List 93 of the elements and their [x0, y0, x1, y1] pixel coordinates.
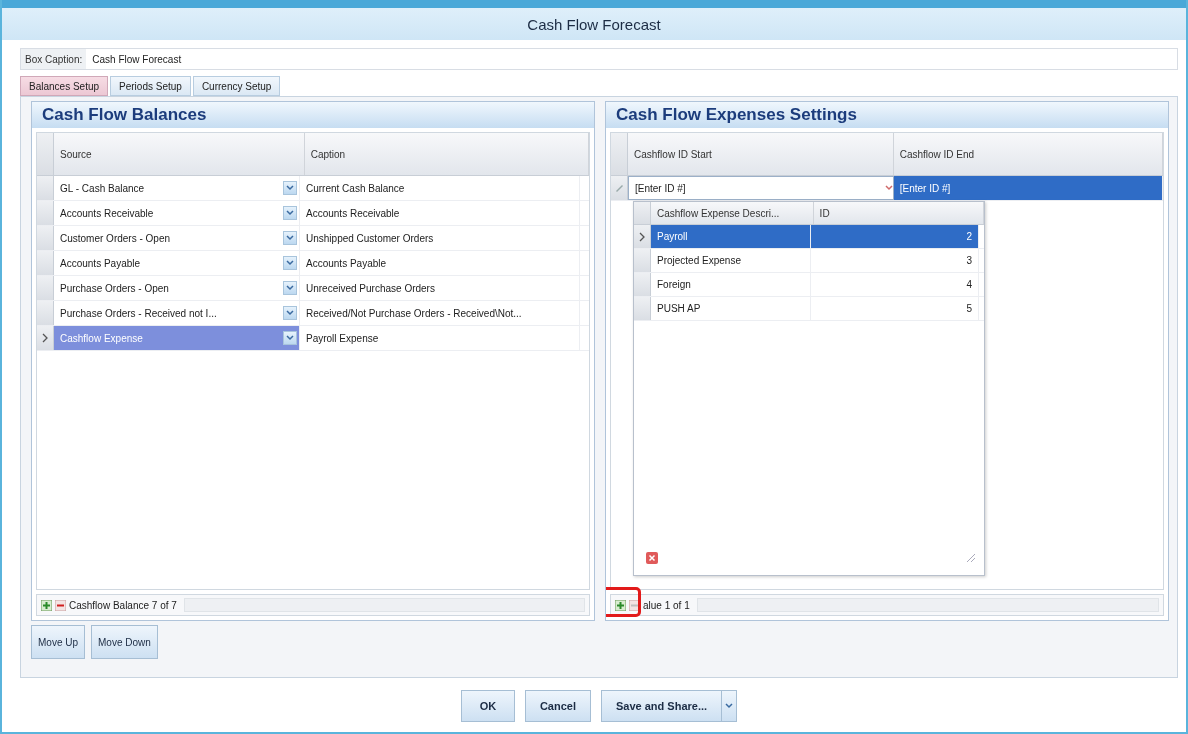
source-cell[interactable]: Purchase Orders - Received not I... — [54, 301, 300, 325]
dropdown-button[interactable] — [283, 256, 297, 270]
list-item[interactable]: Foreign — [651, 273, 811, 296]
caret-icon — [286, 260, 294, 266]
tab[interactable]: Currency Setup — [192, 76, 281, 96]
save-share-button[interactable]: Save and Share... — [601, 690, 723, 722]
source-text: Customer Orders - Open — [60, 232, 171, 244]
panel-title: Cash Flow Balances — [32, 102, 594, 128]
source-text: Cashflow Expense — [60, 332, 143, 344]
row-header[interactable] — [37, 176, 54, 200]
table-cell: Accounts Receivable — [300, 201, 580, 225]
source-text: Accounts Payable — [60, 257, 141, 269]
table-cell: Received/Not Purchase Orders - Received\Not... — [300, 301, 580, 325]
dropdown-button[interactable] — [283, 181, 297, 195]
caret-icon — [286, 335, 294, 341]
table-cell: Unreceived Purchase Orders — [300, 276, 580, 300]
row-pointer-icon — [639, 231, 645, 242]
column-header[interactable]: Cashflow Expense Descri... — [651, 202, 814, 224]
list-item[interactable]: PUSH AP — [651, 297, 811, 320]
row-header[interactable] — [634, 273, 651, 296]
list-item[interactable]: Payroll — [651, 225, 811, 248]
dropdown-button[interactable] — [722, 690, 738, 722]
close-icon[interactable] — [646, 552, 658, 564]
source-cell[interactable]: Purchase Orders - Open — [54, 276, 300, 300]
remove-icon[interactable] — [629, 599, 640, 611]
resize-grip-icon — [966, 553, 976, 563]
move-button[interactable]: Move Down — [91, 625, 158, 659]
dropdown-button[interactable] — [283, 306, 297, 320]
caret-icon — [286, 235, 294, 241]
table-cell: 3 — [811, 249, 979, 272]
panel-title: Cash Flow Expenses Settings — [606, 102, 1168, 128]
dropdown-button[interactable] — [283, 206, 297, 220]
source-text: GL - Cash Balance — [60, 182, 145, 194]
id-end-cell[interactable]: [Enter ID #] — [893, 176, 1163, 200]
source-cell[interactable]: Accounts Receivable — [54, 201, 300, 225]
caret-icon — [286, 185, 294, 191]
dialog-button[interactable]: Cancel — [524, 690, 591, 722]
id-start-field[interactable]: [Enter ID #] — [628, 176, 894, 200]
column-header[interactable]: Cashflow ID Start — [628, 133, 894, 175]
caret-icon — [884, 185, 893, 191]
caret-icon — [286, 285, 294, 291]
source-cell[interactable]: Accounts Payable — [54, 251, 300, 275]
table-cell: 4 — [811, 273, 979, 296]
remove-icon[interactable] — [55, 599, 66, 611]
field-label: Box Caption: — [21, 49, 87, 69]
column-header[interactable]: ID — [813, 202, 984, 224]
source-text: Purchase Orders - Open — [60, 282, 169, 294]
pencil-icon — [614, 183, 624, 193]
row-header[interactable] — [634, 297, 651, 320]
table-cell: Payroll Expense — [300, 326, 580, 350]
window-title: Cash Flow Forecast — [2, 0, 1186, 40]
dropdown-button[interactable] — [283, 331, 297, 345]
row-header[interactable] — [37, 251, 54, 275]
row-header[interactable] — [634, 202, 651, 224]
tab[interactable]: Periods Setup — [110, 76, 191, 96]
tab[interactable]: Balances Setup — [20, 76, 109, 96]
source-cell[interactable]: Customer Orders - Open — [54, 226, 300, 250]
row-header[interactable] — [634, 249, 651, 272]
list-item[interactable]: Projected Expense — [651, 249, 811, 272]
table-cell: Current Cash Balance — [300, 176, 580, 200]
record-count: alue 1 of 1 — [643, 599, 690, 611]
row-header[interactable] — [37, 326, 54, 350]
caret-icon — [725, 703, 734, 709]
dialog-button[interactable]: OK — [460, 690, 515, 722]
move-button[interactable]: Move Up — [31, 625, 85, 659]
row-header[interactable] — [634, 225, 651, 248]
row-header[interactable] — [37, 276, 54, 300]
table-cell: Unshipped Customer Orders — [300, 226, 580, 250]
dropdown-button[interactable] — [283, 281, 297, 295]
field-value: [Enter ID #] — [635, 182, 686, 194]
add-icon[interactable] — [615, 599, 626, 611]
table-cell: Accounts Payable — [300, 251, 580, 275]
source-text: Accounts Receivable — [60, 207, 154, 219]
source-text: Purchase Orders - Received not I... — [60, 307, 217, 319]
record-count: Cashflow Balance 7 of 7 — [69, 599, 177, 611]
column-header[interactable]: Caption — [304, 133, 589, 175]
row-header[interactable] — [37, 133, 54, 175]
caption-field[interactable]: Cash Flow Forecast — [86, 53, 188, 65]
table-cell: 2 — [811, 225, 979, 248]
table-cell: 5 — [811, 297, 979, 320]
add-icon[interactable] — [41, 599, 52, 611]
caret-icon — [286, 310, 294, 316]
row-header[interactable] — [37, 301, 54, 325]
row-header[interactable] — [611, 176, 628, 200]
row-header[interactable] — [611, 133, 628, 175]
column-header[interactable]: Cashflow ID End — [893, 133, 1163, 175]
column-header[interactable]: Source — [54, 133, 305, 175]
row-pointer-icon — [42, 333, 48, 343]
source-cell[interactable]: GL - Cash Balance — [54, 176, 300, 200]
row-header[interactable] — [37, 226, 54, 250]
dropdown-button[interactable] — [283, 231, 297, 245]
row-header[interactable] — [37, 201, 54, 225]
caret-icon — [286, 210, 294, 216]
